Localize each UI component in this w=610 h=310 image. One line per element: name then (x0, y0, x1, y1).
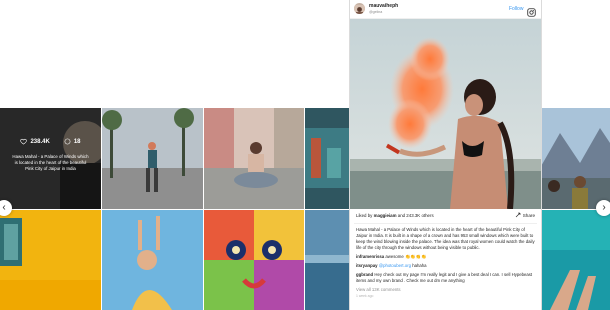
view-all-comments-link[interactable]: View all 13K comments (354, 287, 537, 292)
grid-tile-7[interactable] (102, 210, 203, 310)
comment-text: Hey check out my page I'm really legit a… (356, 272, 533, 283)
overlay-comments-count: 18 (73, 138, 81, 145)
avatar[interactable] (354, 3, 365, 14)
instagram-icon[interactable] (527, 4, 536, 17)
comment-text: awesome 👏👏👏👏 (385, 254, 427, 259)
post-header: mauvaiheph @gelina Follow (350, 0, 541, 19)
comment-item: inframenrissa awesome 👏👏👏👏 (354, 254, 537, 260)
post-image (350, 19, 541, 209)
comment-user[interactable]: itsryanpay (356, 263, 378, 268)
comment-user[interactable]: inframenrissa (356, 254, 384, 259)
post-caption: Hawa Mahal - a Palace of Winds which is … (356, 227, 535, 250)
share-label: Share (522, 212, 535, 218)
tile-image (540, 210, 610, 310)
share-icon (515, 212, 521, 218)
overlay-likes-count: 238.4K (30, 138, 50, 145)
comment-user[interactable]: ggbrand (356, 272, 373, 277)
avatar-icon (354, 5, 365, 14)
tile-hover-overlay: 238.4K 18 Hawa Mahal - a Palace of Winds… (0, 108, 101, 209)
overlay-comments: 18 (64, 138, 81, 145)
likes-text: Liked by maggieiam and 243.3K others (356, 213, 434, 218)
chevron-left-icon: ‹ (2, 202, 6, 213)
overlay-likes: 238.4K (20, 138, 50, 145)
chevron-right-icon: › (602, 202, 606, 213)
overlay-caption: Hawa Mahal - a Palace of Winds which is … (12, 154, 89, 171)
grid-tile-3[interactable] (204, 108, 304, 209)
grid-tile-5[interactable] (540, 108, 610, 209)
grid-tile-9[interactable] (305, 210, 349, 310)
tile-image (540, 108, 610, 209)
tile-image (305, 108, 349, 209)
likes-prefix: Liked by (356, 213, 373, 218)
grid-tile-4[interactable] (305, 108, 349, 209)
follow-button[interactable]: Follow (509, 6, 523, 12)
comment-mention[interactable]: @photoubert.org (379, 263, 411, 268)
grid-tile-8[interactable] (204, 210, 304, 310)
post-handle: @gelina (369, 10, 383, 14)
post-timestamp: 1 week ago (356, 294, 374, 298)
tile-image (204, 210, 304, 310)
tile-image (102, 210, 203, 310)
grid-tile-10[interactable] (540, 210, 610, 310)
grid-tile-2[interactable] (102, 108, 203, 209)
grid-tile-6[interactable] (0, 210, 101, 310)
tile-image (305, 210, 349, 310)
comment-icon (64, 138, 71, 145)
divider (354, 223, 537, 224)
post-username[interactable]: mauvaiheph (369, 3, 398, 9)
next-arrow-button[interactable]: › (596, 200, 610, 216)
comment-text: hahaha (412, 263, 427, 268)
post-details: Liked by maggieiam and 243.3K others Sha… (354, 211, 537, 298)
heart-icon (20, 138, 28, 145)
grid-tile-1[interactable]: 238.4K 18 Hawa Mahal - a Palace of Winds… (0, 108, 101, 209)
likes-user[interactable]: maggieiam (374, 213, 397, 218)
likes-row: Liked by maggieiam and 243.3K others Sha… (354, 211, 537, 221)
comment-item: itsryanpay @photoubert.org hahaha (354, 263, 537, 269)
likes-suffix: and 243.3K others (397, 213, 434, 218)
tile-image (0, 210, 101, 310)
post-modal: mauvaiheph @gelina Follow Liked by maggi… (349, 0, 542, 310)
post-photo[interactable] (350, 19, 541, 209)
tile-image (102, 108, 203, 209)
share-button[interactable]: Share (515, 212, 535, 218)
comment-item: ggbrand Hey check out my page I'm really… (354, 272, 537, 284)
tile-image (204, 108, 304, 209)
